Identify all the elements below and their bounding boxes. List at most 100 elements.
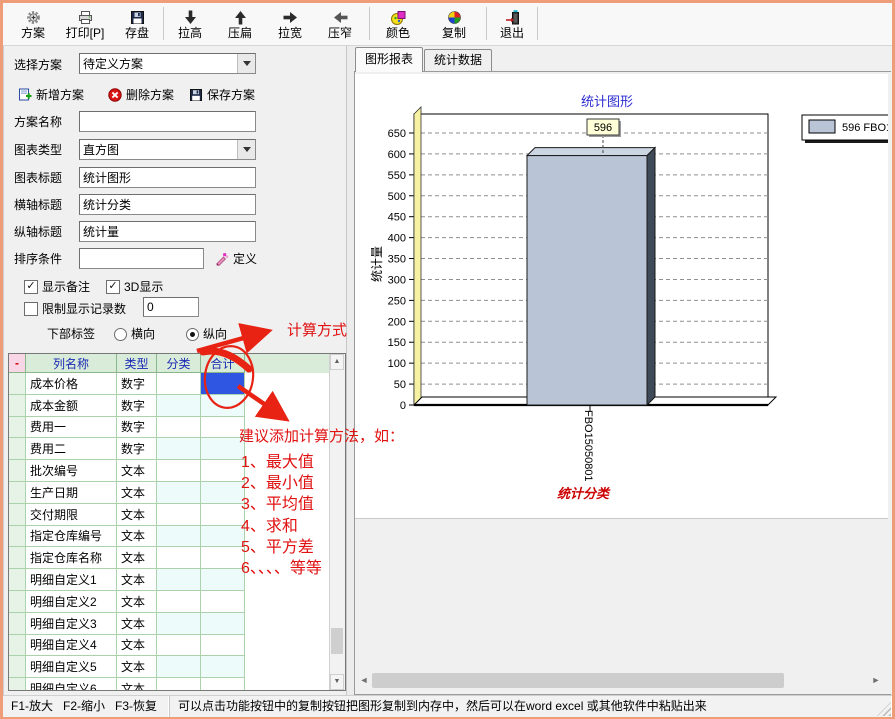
cell-category[interactable] — [157, 569, 201, 591]
row-indicator[interactable] — [9, 613, 26, 635]
vertical-radio[interactable] — [186, 328, 199, 341]
xaxis-title-input[interactable] — [79, 194, 256, 215]
copy-button[interactable]: 复制 — [429, 5, 479, 43]
cell-category[interactable] — [157, 613, 201, 635]
scroll-up-arrow-icon[interactable]: ▲ — [330, 354, 344, 370]
cell-column-name[interactable]: 明细自定义6 — [26, 678, 117, 691]
cell-column-name[interactable]: 明细自定义4 — [26, 635, 117, 657]
row-indicator[interactable] — [9, 635, 26, 657]
cell-column-name[interactable]: 明细自定义1 — [26, 569, 117, 591]
row-indicator[interactable] — [9, 591, 26, 613]
narrow-button[interactable]: 压窄 — [317, 5, 363, 43]
row-indicator[interactable] — [9, 460, 26, 482]
save-button[interactable]: 存盘 — [115, 5, 159, 43]
color-button[interactable]: 颜色 — [373, 5, 423, 43]
scroll-left-arrow-icon[interactable]: ◄ — [356, 673, 372, 688]
cell-total[interactable] — [201, 438, 245, 460]
tab-graph-report[interactable]: 图形报表 — [355, 47, 423, 72]
cell-category[interactable] — [157, 635, 201, 657]
cell-category[interactable] — [157, 547, 201, 569]
cell-category[interactable] — [157, 482, 201, 504]
cell-type[interactable]: 数字 — [117, 373, 157, 395]
cell-column-name[interactable]: 明细自定义5 — [26, 656, 117, 678]
cell-type[interactable]: 文本 — [117, 656, 157, 678]
cell-type[interactable]: 数字 — [117, 395, 157, 417]
cell-total[interactable] — [201, 373, 245, 395]
cell-category[interactable] — [157, 678, 201, 691]
cell-column-name[interactable]: 费用二 — [26, 438, 117, 460]
cell-column-name[interactable]: 交付期限 — [26, 504, 117, 526]
row-indicator[interactable] — [9, 504, 26, 526]
row-indicator[interactable] — [9, 526, 26, 548]
row-indicator[interactable] — [9, 547, 26, 569]
scheme-name-input[interactable] — [79, 111, 256, 132]
cell-category[interactable] — [157, 526, 201, 548]
cell-column-name[interactable]: 明细自定义2 — [26, 591, 117, 613]
show-notes-checkbox[interactable] — [24, 280, 38, 294]
delete-scheme-button[interactable]: 删除方案 — [108, 86, 174, 103]
scheme-button[interactable]: 方案 — [10, 5, 56, 43]
cell-column-name[interactable]: 生产日期 — [26, 482, 117, 504]
grid-vscrollbar-thumb[interactable] — [331, 628, 343, 654]
horizontal-radio[interactable] — [114, 328, 127, 341]
cell-total[interactable] — [201, 656, 245, 678]
stretch-tall-button[interactable]: 拉高 — [167, 5, 213, 43]
grid-vscrollbar[interactable]: ▲ ▼ — [329, 354, 345, 690]
cell-total[interactable] — [201, 591, 245, 613]
limit-records-input[interactable] — [143, 297, 199, 317]
cell-column-name[interactable]: 成本价格 — [26, 373, 117, 395]
cell-type[interactable]: 文本 — [117, 569, 157, 591]
cell-total[interactable] — [201, 613, 245, 635]
define-button[interactable]: 定义 — [215, 250, 257, 267]
cell-category[interactable] — [157, 395, 201, 417]
cell-category[interactable] — [157, 438, 201, 460]
chart-hscrollbar-thumb[interactable] — [372, 673, 784, 688]
cell-total[interactable] — [201, 482, 245, 504]
cell-type[interactable]: 文本 — [117, 482, 157, 504]
table-header-category[interactable]: 分类 — [157, 354, 201, 373]
yaxis-title-input[interactable] — [79, 221, 256, 242]
cell-total[interactable] — [201, 395, 245, 417]
row-indicator[interactable] — [9, 656, 26, 678]
row-indicator[interactable] — [9, 373, 26, 395]
cell-type[interactable]: 文本 — [117, 526, 157, 548]
cell-total[interactable] — [201, 526, 245, 548]
row-indicator[interactable] — [9, 678, 26, 691]
cell-type[interactable]: 文本 — [117, 547, 157, 569]
cell-total[interactable] — [201, 678, 245, 691]
cell-type[interactable]: 数字 — [117, 438, 157, 460]
row-indicator[interactable] — [9, 395, 26, 417]
cell-column-name[interactable]: 费用一 — [26, 417, 117, 439]
exit-button[interactable]: 退出 — [490, 5, 534, 43]
cell-total[interactable] — [201, 635, 245, 657]
cell-type[interactable]: 文本 — [117, 504, 157, 526]
row-indicator[interactable] — [9, 417, 26, 439]
flatten-button[interactable]: 压扁 — [217, 5, 263, 43]
cell-total[interactable] — [201, 417, 245, 439]
table-header-type[interactable]: 类型 — [117, 354, 157, 373]
tab-statistics[interactable]: 统计数据 — [424, 49, 492, 72]
table-header-total[interactable]: 合计 — [201, 354, 245, 373]
cell-category[interactable] — [157, 656, 201, 678]
cell-column-name[interactable]: 指定仓库编号 — [26, 526, 117, 548]
chart-title-input[interactable] — [79, 167, 256, 188]
cell-category[interactable] — [157, 504, 201, 526]
cell-type[interactable]: 文本 — [117, 460, 157, 482]
row-indicator[interactable] — [9, 482, 26, 504]
cell-category[interactable] — [157, 417, 201, 439]
cell-column-name[interactable]: 指定仓库名称 — [26, 547, 117, 569]
cell-type[interactable]: 文本 — [117, 591, 157, 613]
cell-category[interactable] — [157, 591, 201, 613]
scheme-combo[interactable]: 待定义方案 — [79, 53, 256, 74]
cell-column-name[interactable]: 成本金额 — [26, 395, 117, 417]
cell-type[interactable]: 文本 — [117, 635, 157, 657]
chart-type-combo[interactable]: 直方图 — [79, 139, 256, 160]
cell-total[interactable] — [201, 504, 245, 526]
cell-category[interactable] — [157, 460, 201, 482]
widen-button[interactable]: 拉宽 — [267, 5, 313, 43]
cell-total[interactable] — [201, 460, 245, 482]
chart-hscrollbar[interactable]: ◄ ► — [356, 672, 884, 689]
chevron-down-icon[interactable] — [237, 54, 255, 73]
save-scheme-button[interactable]: 保存方案 — [189, 86, 255, 103]
cell-category[interactable] — [157, 373, 201, 395]
